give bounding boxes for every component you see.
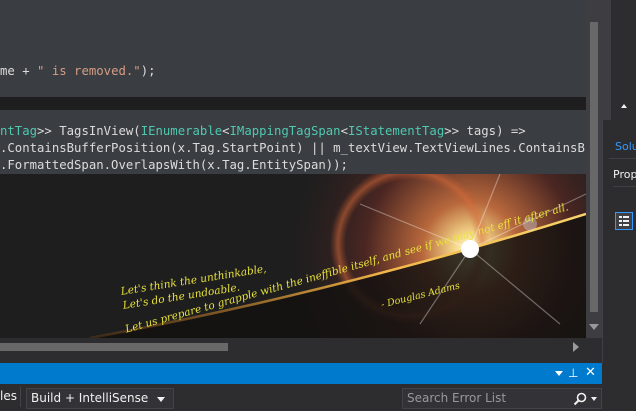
panel-divider (609, 158, 636, 159)
chevron-down-icon (157, 397, 165, 402)
toolbar-separator (20, 387, 21, 407)
categorized-view-icon[interactable] (615, 212, 633, 230)
code-editor[interactable]: me + " is removed."); ntTag>> TagsInView… (0, 0, 586, 338)
background-art: Let's think the unthinkable, Let's do th… (0, 174, 586, 338)
scroll-down-arrow-icon[interactable] (589, 324, 599, 330)
side-panel-scrollbar[interactable] (603, 0, 611, 120)
editor-highlight-region (0, 0, 586, 97)
properties-title: Prop (613, 168, 636, 181)
error-list-toolbar: les Build + IntelliSense Search Error Li… (0, 384, 636, 411)
horizontal-scrollbar-thumb[interactable] (0, 343, 228, 351)
scope-dropdown-value: Build + IntelliSense (31, 391, 149, 405)
dropdown-arrow-icon[interactable] (555, 371, 563, 376)
scroll-right-arrow-icon[interactable] (573, 342, 579, 352)
search-options-chevron-icon[interactable] (591, 397, 597, 401)
error-list-title-bar: ⊥ ✕ (0, 363, 602, 384)
vertical-scrollbar-thumb[interactable] (590, 22, 598, 312)
filter-tab-label[interactable]: les (0, 389, 17, 403)
panel-divider-2 (613, 186, 636, 187)
editor-blank-line (0, 97, 586, 110)
triangle-icon (621, 104, 627, 108)
close-icon[interactable]: ✕ (585, 365, 596, 380)
code-line-2: ntTag>> TagsInView(IEnumerable<IMappingT… (0, 124, 526, 138)
search-icon[interactable] (573, 392, 587, 406)
starburst-image (0, 174, 586, 338)
scope-dropdown[interactable]: Build + IntelliSense (26, 388, 174, 409)
code-line-1: me + " is removed."); (0, 64, 156, 78)
search-placeholder: Search Error List (407, 391, 507, 405)
error-list-search-input[interactable]: Search Error List (402, 388, 602, 409)
panel-corner (602, 363, 636, 384)
pin-icon[interactable]: ⊥ (568, 366, 578, 380)
tab-solution-explorer[interactable]: Solu (615, 140, 636, 153)
code-line-4: .FormattedSpan.OverlapsWith(x.Tag.Entity… (0, 158, 348, 172)
code-line-3: .ContainsBufferPosition(x.Tag.StartPoint… (0, 141, 586, 155)
side-panel: Solu Prop (602, 0, 636, 363)
